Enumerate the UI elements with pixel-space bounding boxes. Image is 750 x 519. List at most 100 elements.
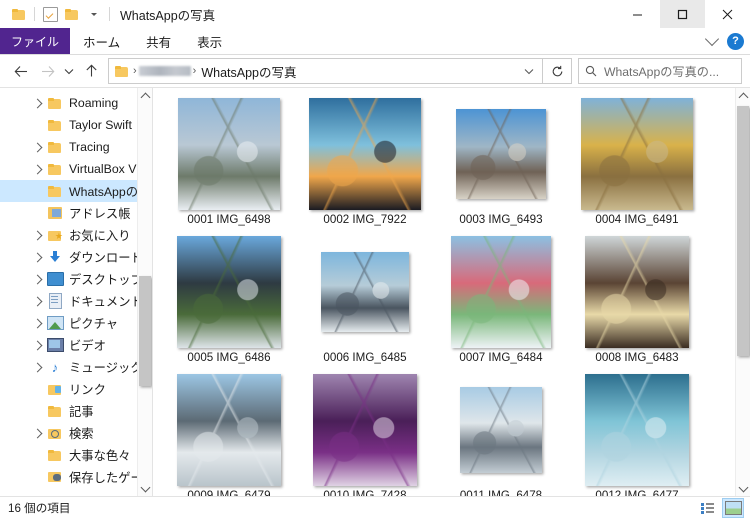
photo-thumbnail[interactable] [178,98,280,210]
file-item[interactable]: 0007 IMG_6484 [433,234,569,372]
breadcrumb-dropdown-chevron-down-icon[interactable] [520,68,538,75]
expand-chevron-right-icon[interactable] [28,296,46,306]
expand-chevron-right-icon[interactable] [28,142,46,152]
file-item[interactable]: 0010 IMG_7428 [297,372,433,496]
thumbnail-wrapper [581,96,693,212]
chevron-down-icon[interactable] [83,3,105,25]
nav-item-9[interactable]: デスクトップ [0,268,152,290]
recent-locations-chevron-down-icon[interactable] [60,57,78,85]
photo-thumbnail[interactable] [581,98,693,210]
file-item[interactable]: 0004 IMG_6491 [569,96,705,234]
expand-chevron-right-icon[interactable] [28,340,46,350]
minimize-button[interactable] [615,0,660,28]
photo-thumbnail[interactable] [585,374,689,486]
expand-chevron-right-icon[interactable] [28,98,46,108]
nav-item-6[interactable]: アドレス帳 [0,202,152,224]
expand-chevron-right-icon[interactable] [28,318,46,328]
expand-chevron-right-icon[interactable] [28,362,46,372]
nav-item-8[interactable]: ダウンロード [0,246,152,268]
tab-share[interactable]: 共有 [133,28,184,54]
expand-chevron-right-icon[interactable] [28,252,46,262]
photo-thumbnail[interactable] [456,109,546,199]
breadcrumb-item-redacted[interactable] [138,66,191,76]
refresh-button[interactable] [543,58,572,84]
file-item[interactable]: 0011 IMG_6478 [433,372,569,496]
photo-thumbnail[interactable] [309,98,421,210]
nav-item-3[interactable]: Tracing [0,136,152,158]
photo-thumbnail[interactable] [177,236,281,348]
details-view-button[interactable] [698,499,718,517]
photo-detail-overlay [451,236,551,348]
expand-chevron-right-icon[interactable] [28,164,46,174]
expand-chevron-right-icon[interactable] [28,230,46,240]
searches-icon [46,425,64,441]
thumbnail-wrapper [313,372,417,488]
file-item[interactable]: 0012 IMG_6477 [569,372,705,496]
photo-thumbnail[interactable] [451,236,551,348]
expand-chevron-right-icon[interactable] [28,428,46,438]
breadcrumb-item-current[interactable]: WhatsAppの写真 [198,62,299,81]
list-scroll-down-button[interactable] [736,480,750,496]
file-item[interactable]: 0003 IMG_6493 [433,96,569,234]
tab-file[interactable]: ファイル [0,28,71,54]
nav-scroll-up-button[interactable] [138,88,152,104]
videos-icon [46,337,64,353]
quick-access-folder-icon[interactable] [8,3,30,25]
photo-thumbnail[interactable] [460,387,542,473]
folder-icon [46,139,64,155]
photo-thumbnail[interactable] [321,252,409,332]
nav-item-1[interactable]: Roaming [0,92,152,114]
nav-scrollbar-thumb[interactable] [139,276,151,386]
expand-chevron-right-icon[interactable] [28,274,46,284]
file-item[interactable]: 0006 IMG_6485 [297,234,433,372]
file-list-pane[interactable]: 0001 IMG_6498 0002 IMG_7922 0003 IMG_6493 0… [153,88,750,496]
back-button[interactable] [8,57,34,85]
nav-item-12[interactable]: ビデオ [0,334,152,356]
nav-item-11[interactable]: ピクチャ [0,312,152,334]
nav-item-10[interactable]: ドキュメント [0,290,152,312]
photo-thumbnail[interactable] [585,236,689,348]
nav-item-5[interactable]: WhatsAppの写真 [0,180,152,202]
nav-item-2[interactable]: Taylor Swift [0,114,152,136]
tab-view[interactable]: 表示 [184,28,235,54]
documents-icon [46,293,64,309]
links-icon [46,381,64,397]
nav-item-17[interactable]: 大事な色々 [0,444,152,466]
file-list-scrollbar[interactable] [735,88,750,496]
list-scroll-up-button[interactable] [736,88,750,104]
help-icon[interactable]: ? [727,32,744,50]
forward-button[interactable] [34,57,60,85]
nav-item-label: ビデオ [69,339,106,353]
photo-thumbnail[interactable] [177,374,281,486]
nav-item-18[interactable]: 保存したゲーム [0,466,152,488]
nav-item-4[interactable]: VirtualBox VMs [0,158,152,180]
nav-item-16[interactable]: 検索 [0,422,152,444]
list-scrollbar-thumb[interactable] [737,106,749,356]
file-item[interactable]: 0002 IMG_7922 [297,96,433,234]
file-item[interactable]: 0009 IMG_6479 [161,372,297,496]
checkbox-icon[interactable] [39,3,61,25]
tab-home[interactable]: ホーム [70,28,133,54]
nav-item-15[interactable]: 記事 [0,400,152,422]
maximize-button[interactable] [660,0,705,28]
search-input[interactable]: WhatsAppの写真の... [604,62,719,80]
navigation-scrollbar[interactable] [137,88,152,496]
nav-scroll-down-button[interactable] [138,480,152,496]
photo-thumbnail[interactable] [313,374,417,486]
expand-ribbon-chevron-down-icon[interactable] [704,31,720,47]
file-item[interactable]: 0005 IMG_6486 [161,234,297,372]
breadcrumb-folder-icon[interactable] [115,65,129,77]
ribbon-tab-bar: ファイル ホーム 共有 表示 ? [0,28,750,54]
properties-folder-icon[interactable] [61,3,83,25]
search-box[interactable]: WhatsAppの写真の... [578,58,742,84]
breadcrumb-bar[interactable]: › › WhatsAppの写真 [108,58,543,84]
nav-item-14[interactable]: リンク [0,378,152,400]
close-button[interactable] [705,0,750,28]
nav-item-13[interactable]: ♪ ミュージック [0,356,152,378]
nav-item-7[interactable]: お気に入り [0,224,152,246]
up-button[interactable] [78,57,104,85]
file-item[interactable]: 0008 IMG_6483 [569,234,705,372]
large-icons-view-button[interactable] [722,498,744,518]
file-item[interactable]: 0001 IMG_6498 [161,96,297,234]
file-name-label: 0003 IMG_6493 [459,213,543,226]
